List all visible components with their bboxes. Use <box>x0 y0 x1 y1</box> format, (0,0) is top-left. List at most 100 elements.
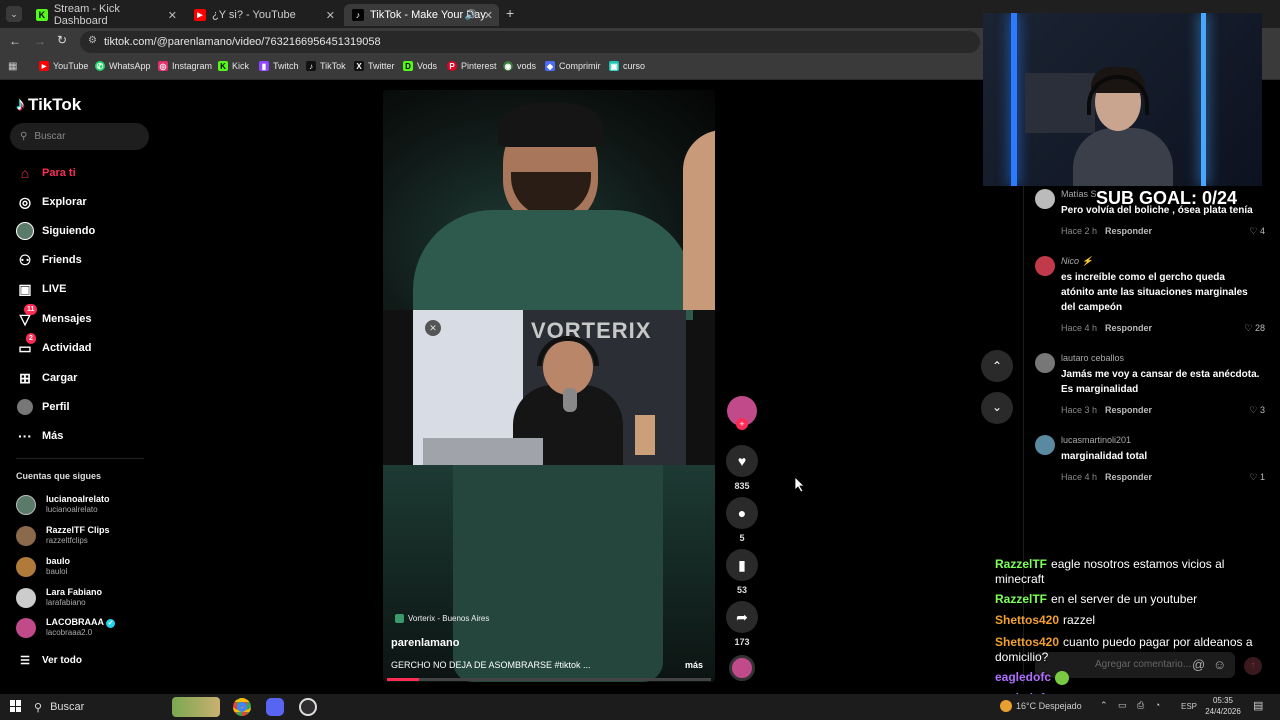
comment-like[interactable]: ♡ 3 <box>1249 405 1265 416</box>
follow-plus-icon[interactable]: + <box>736 418 748 430</box>
webcam-led-right <box>1201 13 1206 186</box>
tiktok-logo-icon: ♪ <box>16 94 25 114</box>
creator-avatar[interactable]: + <box>727 396 757 430</box>
following-account[interactable]: LACOBRAAA ✓ lacobraaa2.0 <box>16 617 116 638</box>
reply-button[interactable]: Responder <box>1105 226 1152 236</box>
bookmark-youtube[interactable]: ▶ YouTube <box>39 61 88 71</box>
weather-widget[interactable]: 16°C Despejado <box>1000 700 1082 712</box>
nav-explorar[interactable]: ◎ Explorar <box>16 193 87 211</box>
close-inset-icon[interactable]: ✕ <box>425 320 441 336</box>
share-button[interactable]: ➦ <box>726 601 758 633</box>
windows-start-icon[interactable] <box>10 700 22 712</box>
friends-icon: ⚇ <box>18 251 32 268</box>
search-input[interactable]: ⚲ Buscar <box>10 123 149 150</box>
avatar[interactable] <box>1035 435 1055 455</box>
comment-meta: Hace 3 h Responder <box>1061 405 1153 415</box>
close-tab-icon[interactable]: ✕ <box>484 9 493 22</box>
following-account[interactable]: Lara Fabiano larafabiano <box>16 587 102 608</box>
notification-icon[interactable]: ▤ <box>1253 699 1263 712</box>
comment-button[interactable]: ● <box>726 497 758 529</box>
site-info-icon[interactable]: ⚙ <box>88 35 97 46</box>
nav-siguiendo[interactable]: Siguiendo <box>16 222 95 240</box>
bookmark-instagram[interactable]: ◎ Instagram <box>158 61 212 71</box>
comment-author[interactable]: Nico ⚡ <box>1061 256 1093 267</box>
comment-like[interactable]: ♡ 28 <box>1244 323 1265 334</box>
tab-title: Stream - Kick Dashboard <box>53 3 120 27</box>
tray-icons[interactable]: ⌃ ▭ ⎙ ◔ <box>1100 700 1164 711</box>
previous-video-button[interactable]: ⌃ <box>981 350 1013 382</box>
tiktok-logo[interactable]: ♪ TikTok <box>16 94 81 115</box>
reply-button[interactable]: Responder <box>1105 472 1152 482</box>
nav-para-ti[interactable]: ⌂ Para ti <box>16 164 76 182</box>
close-tab-icon[interactable]: ✕ <box>168 9 177 22</box>
music-disc-avatar[interactable] <box>729 655 755 681</box>
comment-author[interactable]: lucasmartinoli201 <box>1061 435 1131 445</box>
following-account[interactable]: lucianoalrelato lucianoalrelato <box>16 494 110 515</box>
bookmark-curso[interactable]: ▣ curso <box>609 61 645 71</box>
bookmark-kick[interactable]: K Kick <box>218 61 249 71</box>
video-progress-track[interactable] <box>387 678 711 681</box>
nav-perfil[interactable]: Perfil <box>16 398 70 416</box>
bookmark-label: vods <box>517 61 537 71</box>
tab-kick-dashboard[interactable]: K Stream - Kick Dashboard ✕ <box>28 3 183 27</box>
person-cap <box>498 102 603 147</box>
video-player[interactable]: VORTERIX ✕ Vorterix - Buenos Aires paren… <box>383 90 715 682</box>
nav-mas[interactable]: ··· Más <box>16 427 63 445</box>
apps-grid-icon[interactable]: ▦ <box>8 61 17 72</box>
more-link[interactable]: más <box>685 660 703 670</box>
chevron-down-icon: ⌄ <box>991 400 1003 414</box>
comment-author[interactable]: lautaro ceballos <box>1061 353 1124 363</box>
clock-date: 24/4/2026 <box>1205 707 1241 716</box>
nav-actividad[interactable]: ▭ 2 Actividad <box>16 333 92 357</box>
avatar[interactable] <box>1035 189 1055 209</box>
speaker-icon[interactable]: 🔊 <box>465 10 477 21</box>
back-icon[interactable]: ← <box>9 34 21 48</box>
discord-icon[interactable] <box>266 698 284 716</box>
chrome-icon[interactable] <box>233 698 251 716</box>
nav-friends[interactable]: ⚇ Friends <box>16 251 82 269</box>
address-bar[interactable]: ⚙ tiktok.com/@parenlamano/video/76321669… <box>80 31 980 53</box>
see-all-link[interactable]: ☰ Ver todo <box>16 651 82 669</box>
tab-youtube[interactable]: ▶ ¿Y si? - YouTube ✕ <box>186 4 341 26</box>
location-tag[interactable]: Vorterix - Buenos Aires <box>395 614 489 623</box>
comments-divider <box>1023 185 1024 685</box>
bookmark-twitter[interactable]: X Twitter <box>354 61 395 71</box>
bookmark-tiktok[interactable]: ♪ TikTok <box>306 61 346 71</box>
bookmark-comprimir[interactable]: ◆ Comprimir <box>545 61 601 71</box>
tiktok-icon: ♪ <box>352 9 364 21</box>
new-tab-icon[interactable]: + <box>506 5 514 21</box>
reply-button[interactable]: Responder <box>1105 323 1152 333</box>
widgets-icon[interactable] <box>172 697 220 717</box>
tab-list-dropdown-icon[interactable]: ⌄ <box>6 6 22 22</box>
avatar[interactable] <box>1035 256 1055 276</box>
clock[interactable]: 05:35 24/4/2026 <box>1202 695 1244 717</box>
comment-author[interactable]: Matías S. <box>1061 189 1099 199</box>
next-video-button[interactable]: ⌄ <box>981 392 1013 424</box>
like-button[interactable]: ♥ <box>726 445 758 477</box>
bookmark-pinterest[interactable]: P Pinterest <box>447 61 497 71</box>
tab-tiktok[interactable]: ♪ TikTok - Make Your Day 🔊 ✕ <box>344 4 499 26</box>
nav-cargar[interactable]: ⊞ Cargar <box>16 369 77 387</box>
bookmark-vods-2[interactable]: ◉ vods <box>503 61 536 71</box>
avatar[interactable] <box>1035 353 1055 373</box>
forward-icon[interactable]: → <box>34 34 46 48</box>
reply-button[interactable]: Responder <box>1105 405 1152 415</box>
video-author[interactable]: parenlamano <box>391 637 459 649</box>
bookmark-twitch[interactable]: ▮ Twitch <box>259 61 299 71</box>
obs-icon[interactable] <box>299 698 317 716</box>
close-tab-icon[interactable]: ✕ <box>326 9 335 22</box>
nav-live[interactable]: ▣ LIVE <box>16 280 66 298</box>
profile-avatar-icon <box>16 398 34 416</box>
nav-mensajes[interactable]: ▽ 11 Mensajes <box>16 304 92 328</box>
following-account[interactable]: RazzelTF Clips razzeltfclips <box>16 525 110 546</box>
following-account[interactable]: baulo baulol <box>16 556 70 577</box>
reload-icon[interactable]: ↻ <box>57 33 67 47</box>
avatar <box>16 617 36 638</box>
language-indicator[interactable]: ESP <box>1181 702 1197 711</box>
bookmark-whatsapp[interactable]: ✆ WhatsApp <box>95 61 151 71</box>
save-button[interactable]: ▮ <box>726 549 758 581</box>
bookmark-vods[interactable]: D Vods <box>403 61 437 71</box>
comment-like[interactable]: ♡ 1 <box>1249 472 1265 483</box>
taskbar-search[interactable]: ⚲ Buscar <box>34 697 166 717</box>
comment-like[interactable]: ♡ 4 <box>1249 226 1265 237</box>
